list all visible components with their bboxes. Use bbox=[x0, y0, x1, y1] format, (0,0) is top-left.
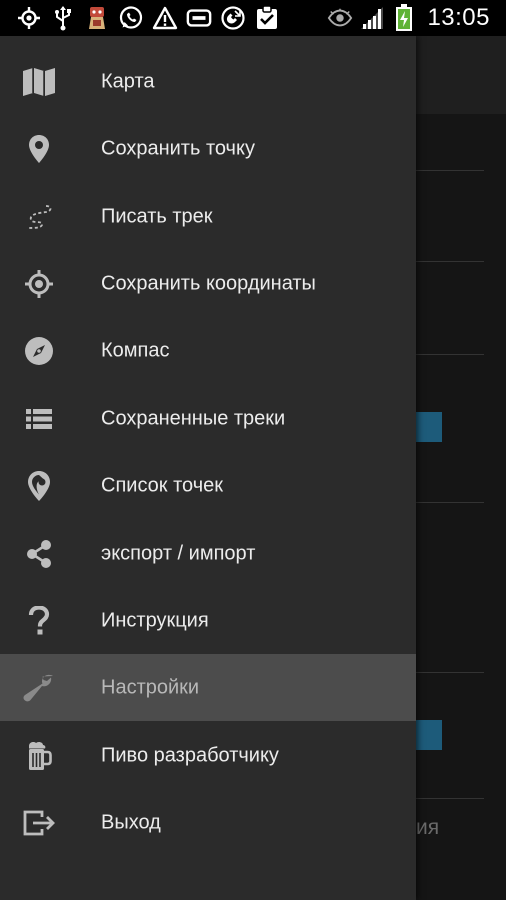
drawer-item-label: Список точек bbox=[101, 474, 224, 496]
system-indicators: 13:05 bbox=[327, 4, 490, 32]
drawer-item-save-point[interactable]: Сохранить точку bbox=[0, 115, 416, 182]
signal-icon bbox=[359, 5, 385, 31]
track-path-icon bbox=[20, 199, 58, 235]
beer-icon bbox=[20, 738, 58, 774]
gps-icon bbox=[16, 5, 42, 31]
map-pin-icon bbox=[20, 131, 58, 167]
notification-icons bbox=[16, 4, 280, 32]
background-button bbox=[416, 720, 442, 750]
eye-icon bbox=[327, 5, 353, 31]
drawer-item-record-track[interactable]: Писать трек bbox=[0, 183, 416, 250]
usb-icon bbox=[50, 5, 76, 31]
drawer-item-label: Писать трек bbox=[101, 205, 213, 227]
drawer-item-label: Сохранить координаты bbox=[101, 272, 316, 294]
sd-card-icon bbox=[186, 5, 212, 31]
background-button bbox=[416, 412, 442, 442]
background-divider bbox=[416, 354, 484, 355]
wrench-icon bbox=[20, 670, 58, 706]
exit-icon bbox=[20, 805, 58, 841]
drawer-item-instructions[interactable]: Инструкция bbox=[0, 587, 416, 654]
drawer-item-label: Пиво разработчику bbox=[101, 744, 279, 766]
drawer-item-map[interactable]: Карта bbox=[0, 48, 416, 115]
navigation-drawer: Карта Сохранить точку Писать трек Сохран… bbox=[0, 36, 416, 900]
background-divider bbox=[416, 798, 484, 799]
background-divider bbox=[416, 261, 484, 262]
clipboard-check-icon bbox=[254, 5, 280, 31]
drawer-item-compass[interactable]: Компас bbox=[0, 317, 416, 384]
drawer-item-label: Настройки bbox=[101, 676, 200, 698]
drawer-item-label: Сохраненные треки bbox=[101, 407, 286, 429]
background-divider bbox=[416, 502, 484, 503]
battery-charging-icon bbox=[391, 4, 417, 31]
help-icon bbox=[20, 603, 58, 639]
drawer-item-label: Компас bbox=[101, 339, 170, 361]
drawer-item-label: Выход bbox=[101, 811, 161, 833]
compass-icon bbox=[20, 333, 58, 369]
call-icon bbox=[220, 5, 246, 31]
list-icon bbox=[20, 401, 58, 437]
drawer-item-label: Карта bbox=[101, 70, 155, 92]
clock: 13:05 bbox=[427, 4, 490, 31]
drawer-item-export-import[interactable]: экспорт / импорт bbox=[0, 520, 416, 587]
status-bar: 13:05 bbox=[0, 0, 506, 36]
share-icon bbox=[20, 536, 58, 572]
crosshair-icon bbox=[20, 266, 58, 302]
background-divider bbox=[416, 170, 484, 171]
background-partial-text: ия bbox=[416, 816, 440, 839]
drawer-item-label: Сохранить точку bbox=[101, 137, 255, 159]
background-divider bbox=[416, 672, 484, 673]
app-notification-icon bbox=[84, 5, 110, 31]
drawer-item-label: экспорт / импорт bbox=[101, 542, 256, 564]
drawer-item-saved-tracks[interactable]: Сохраненные треки bbox=[0, 385, 416, 452]
drawer-item-label: Инструкция bbox=[101, 609, 209, 631]
whatsapp-icon bbox=[118, 5, 144, 31]
drawer-item-settings[interactable]: Настройки bbox=[0, 654, 416, 721]
pin-list-icon bbox=[20, 468, 58, 504]
drawer-item-beer-developer[interactable]: Пиво разработчику bbox=[0, 722, 416, 789]
warning-icon bbox=[152, 5, 178, 31]
drawer-item-point-list[interactable]: Список точек bbox=[0, 452, 416, 519]
drawer-item-save-coordinates[interactable]: Сохранить координаты bbox=[0, 250, 416, 317]
drawer-item-exit[interactable]: Выход bbox=[0, 789, 416, 856]
map-icon bbox=[20, 64, 58, 100]
